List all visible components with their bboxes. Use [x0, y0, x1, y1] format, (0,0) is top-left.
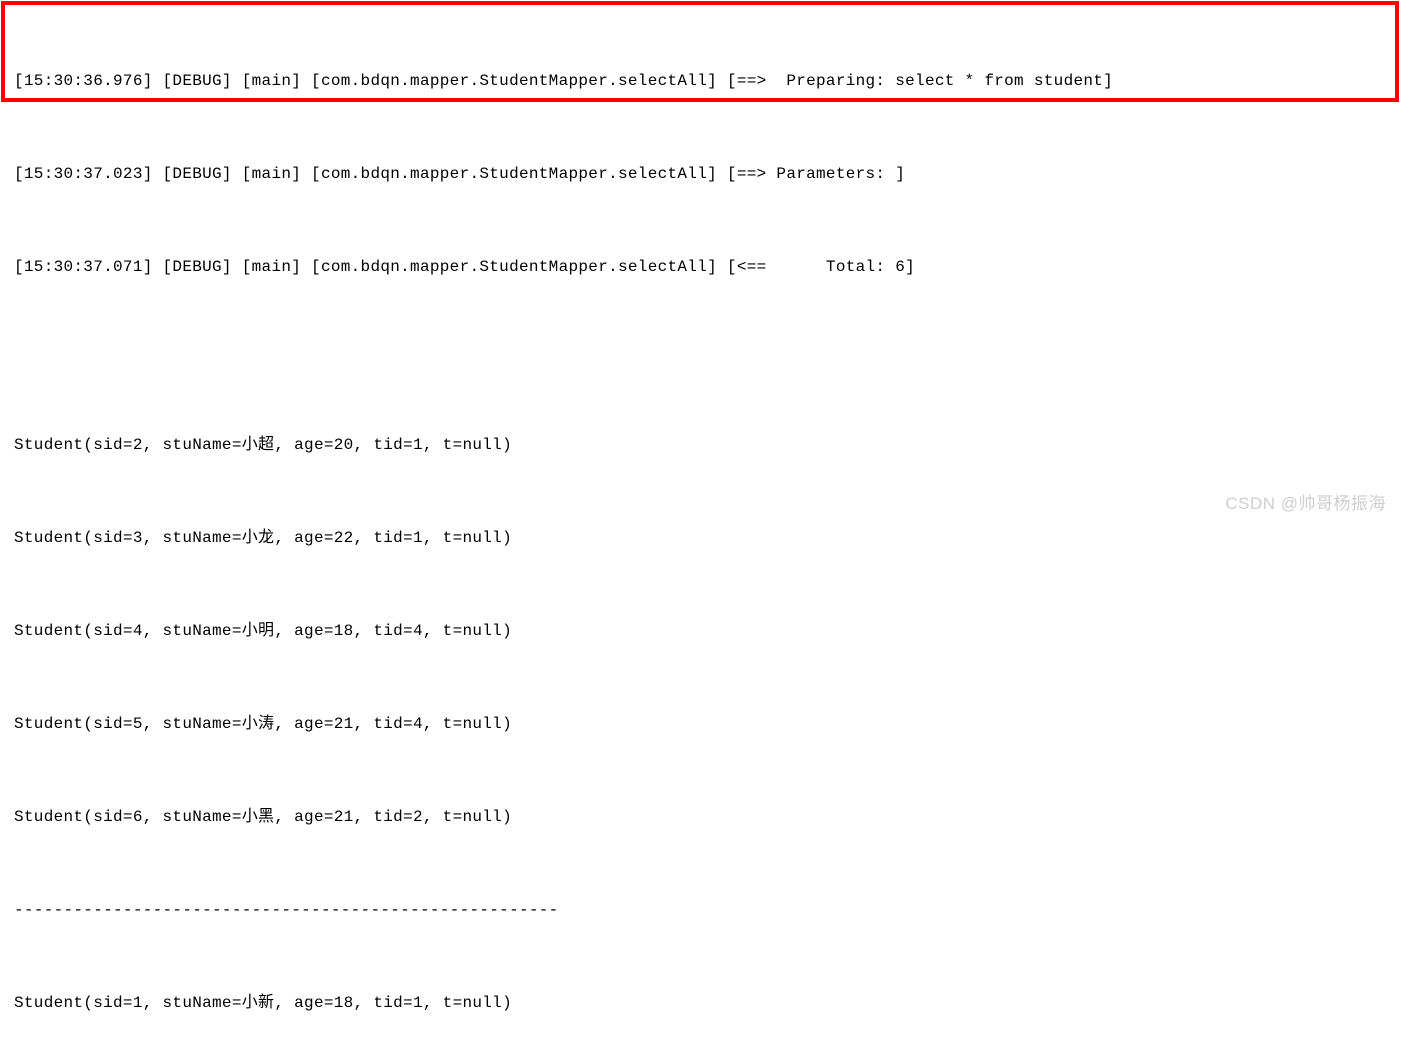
- clipped-line-wrapper: Student(sid=1, stuName=小新, age=18, tid=1…: [14, 345, 1404, 368]
- debug-line: [15:30:37.023] [DEBUG] [main] [com.bdqn.…: [14, 159, 1404, 190]
- student-line: Student(sid=4, stuName=小明, age=18, tid=4…: [14, 616, 1404, 647]
- separator-line: ----------------------------------------…: [14, 895, 1404, 926]
- student-line: Student(sid=5, stuName=小涛, age=21, tid=4…: [14, 709, 1404, 740]
- student-line: Student(sid=1, stuName=小新, age=18, tid=1…: [14, 988, 1404, 1019]
- student-line: Student(sid=3, stuName=小龙, age=22, tid=1…: [14, 523, 1404, 554]
- debug-line: [15:30:37.071] [DEBUG] [main] [com.bdqn.…: [14, 252, 1404, 283]
- console-output: [15:30:36.976] [DEBUG] [main] [com.bdqn.…: [0, 0, 1404, 1048]
- student-line: Student(sid=6, stuName=小黑, age=21, tid=2…: [14, 802, 1404, 833]
- debug-line: [15:30:36.976] [DEBUG] [main] [com.bdqn.…: [14, 66, 1404, 97]
- student-line: Student(sid=2, stuName=小超, age=20, tid=1…: [14, 430, 1404, 461]
